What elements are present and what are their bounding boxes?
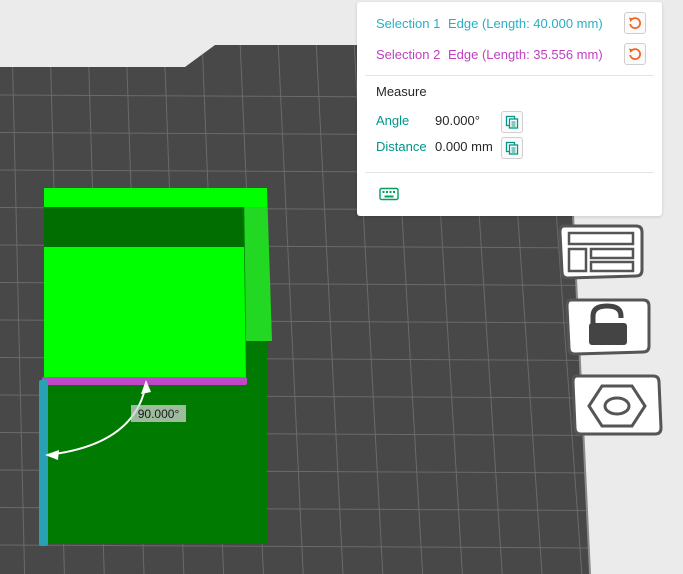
selection-2-row[interactable]: Selection 2 Edge (Length: 35.556 mm) bbox=[376, 43, 646, 65]
model-front-face bbox=[44, 247, 246, 380]
measure-title: Measure bbox=[376, 84, 427, 99]
panel-divider bbox=[365, 172, 654, 173]
selection-1-name: Selection 1 bbox=[376, 15, 441, 31]
keyboard-shortcuts-button[interactable] bbox=[378, 186, 400, 202]
distance-label: Distance bbox=[376, 138, 427, 154]
copy-angle-button[interactable] bbox=[501, 111, 523, 133]
panel-divider bbox=[365, 75, 654, 76]
angle-value: 90.000° bbox=[435, 112, 480, 128]
angle-annotation: 90.000° bbox=[131, 405, 186, 422]
selection-2-name: Selection 2 bbox=[376, 46, 441, 62]
measure-panel: Selection 1 Edge (Length: 40.000 mm) Sel… bbox=[357, 2, 662, 216]
selection-1-row[interactable]: Selection 1 Edge (Length: 40.000 mm) bbox=[376, 12, 646, 34]
copy-icon bbox=[505, 115, 519, 129]
selection-2-description: Edge (Length: 35.556 mm) bbox=[448, 46, 603, 62]
layout-toggle-button[interactable] bbox=[556, 222, 648, 282]
rotate-ccw-icon bbox=[629, 17, 642, 29]
model-inner-face bbox=[44, 207, 244, 247]
3d-model[interactable] bbox=[44, 188, 272, 544]
layout-panel-icon bbox=[558, 224, 644, 280]
hex-tool-button[interactable] bbox=[569, 372, 665, 438]
selection-1-description: Edge (Length: 40.000 mm) bbox=[448, 15, 603, 31]
distance-row: Distance 0.000 mm bbox=[376, 135, 493, 157]
copy-icon bbox=[505, 141, 519, 155]
angle-label: Angle bbox=[376, 112, 410, 128]
angle-row: Angle 90.000° bbox=[376, 109, 480, 131]
copy-distance-button[interactable] bbox=[501, 137, 523, 159]
rotate-ccw-icon bbox=[629, 48, 642, 60]
hex-nut-icon bbox=[571, 374, 663, 436]
reset-selection-2-button[interactable] bbox=[624, 43, 646, 65]
lock-icon bbox=[565, 298, 651, 356]
selected-edge-1[interactable] bbox=[39, 380, 48, 546]
keyboard-icon bbox=[379, 187, 399, 201]
distance-value: 0.000 mm bbox=[435, 138, 493, 154]
model-top-face bbox=[44, 188, 267, 207]
selected-edge-2[interactable] bbox=[42, 377, 247, 385]
reset-selection-1-button[interactable] bbox=[624, 12, 646, 34]
lock-button[interactable] bbox=[563, 296, 653, 356]
